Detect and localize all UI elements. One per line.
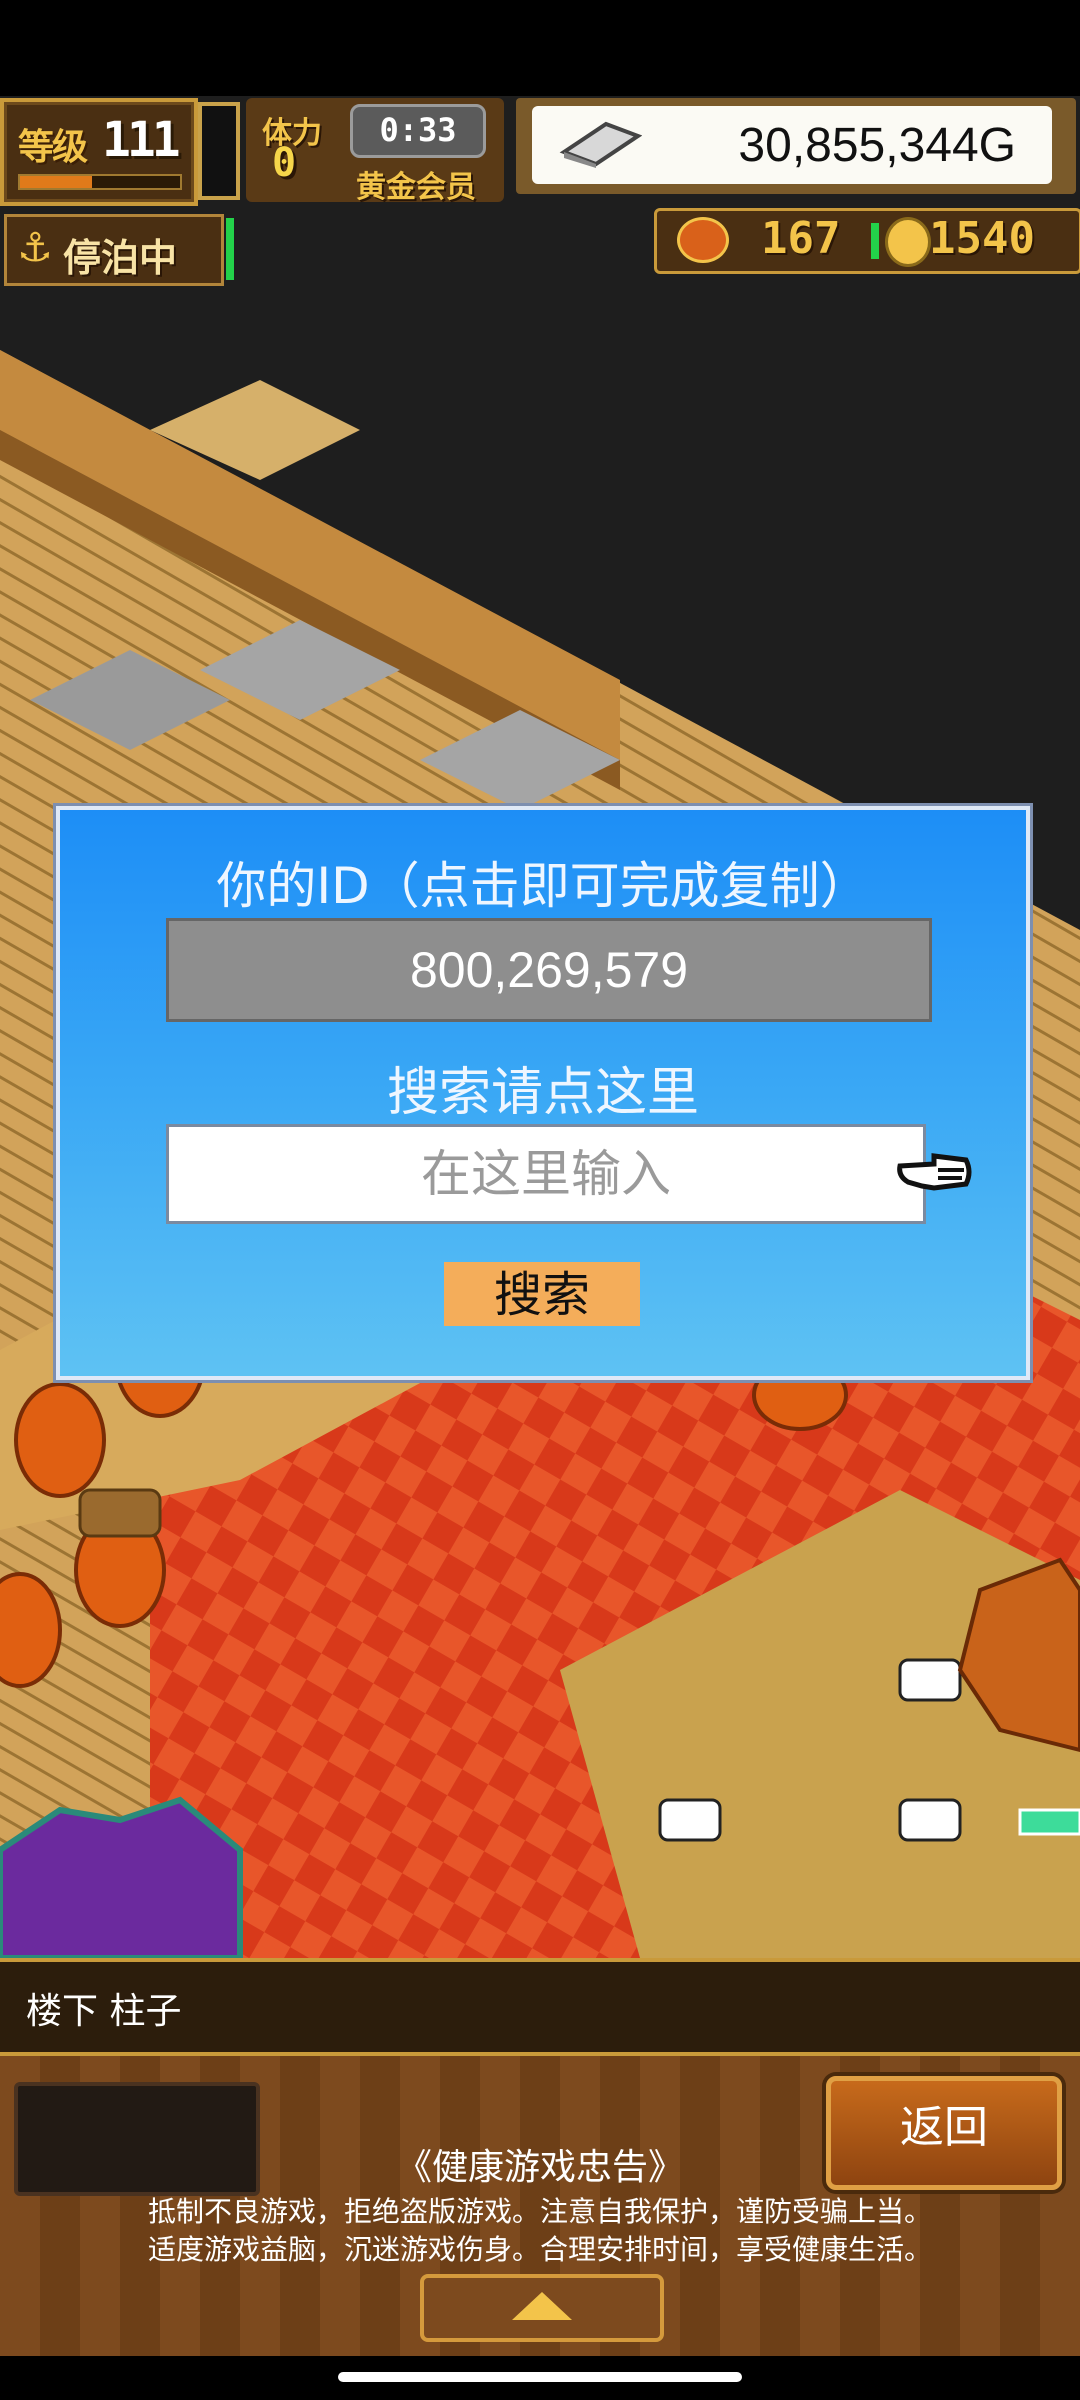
food-count: 167 bbox=[761, 213, 841, 264]
search-hint: 搜索请点这里 bbox=[386, 1063, 699, 1123]
status-bar bbox=[0, 0, 1080, 96]
harbor-indicator bbox=[226, 218, 234, 280]
resource-separator bbox=[871, 223, 879, 259]
harbor-status-label: 停泊中 bbox=[63, 236, 178, 280]
health-advisory-title: 《健康游戏忠告》 bbox=[395, 2147, 684, 2188]
stamina-timer: 0:33 bbox=[350, 104, 486, 158]
money-value: 30,855,344G bbox=[738, 119, 1016, 172]
vertical-gauge bbox=[198, 102, 240, 200]
stamina-value: 0 bbox=[272, 140, 297, 186]
money-display: 30,855,344G bbox=[532, 106, 1052, 184]
search-button[interactable]: 搜索 bbox=[444, 1262, 640, 1326]
coin-count: 1540 bbox=[929, 213, 1035, 264]
anchor-icon: ⚓ bbox=[17, 225, 53, 271]
coin-icon bbox=[885, 217, 931, 267]
search-input[interactable] bbox=[166, 1124, 926, 1224]
stamina-panel: 体力 0 0:33 黄金会员 bbox=[246, 98, 504, 205]
resources-panel: 167 1540 bbox=[654, 208, 1080, 274]
harbor-status-button[interactable]: ⚓ 停泊中 bbox=[4, 214, 224, 286]
dialog-title: 你的ID（点击即可完成复制） bbox=[216, 857, 870, 915]
user-id-box[interactable]: 800,269,579 bbox=[166, 918, 932, 1022]
xp-bar bbox=[18, 174, 182, 190]
location-label: 楼下 柱子 bbox=[26, 1991, 182, 2032]
level-value: 111 bbox=[102, 112, 181, 168]
silver-bar-icon bbox=[559, 121, 642, 168]
level-label: 等级 bbox=[18, 127, 88, 168]
money-panel: 30,855,344G bbox=[516, 98, 1076, 194]
membership-label: 黄金会员 bbox=[356, 170, 476, 205]
pointing-hand-icon bbox=[897, 1153, 972, 1191]
expand-menu-button[interactable] bbox=[420, 2274, 664, 2342]
up-arrow-icon bbox=[512, 2292, 572, 2320]
xp-bar-fill bbox=[20, 176, 92, 188]
food-icon bbox=[677, 217, 729, 263]
health-advisory-line-1: 抵制不良游戏，拒绝盗版游戏。注意自我保护，谨防受骗上当。 bbox=[147, 2195, 932, 2228]
location-bar: 楼下 柱子 bbox=[0, 1958, 1080, 2056]
health-advisory-line-2: 适度游戏益脑，沉迷游戏伤身。合理安排时间，享受健康生活。 bbox=[147, 2233, 932, 2266]
level-panel: 等级 111 bbox=[0, 98, 198, 206]
home-indicator[interactable] bbox=[338, 2372, 742, 2382]
id-search-dialog: 你的ID（点击即可完成复制） 800,269,579 搜索请点这里 搜索 bbox=[56, 806, 1030, 1380]
